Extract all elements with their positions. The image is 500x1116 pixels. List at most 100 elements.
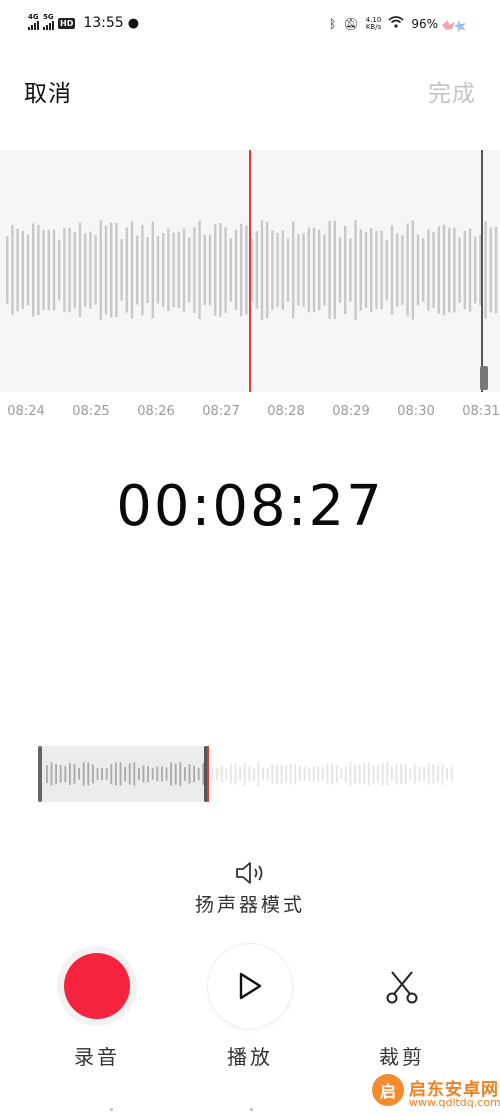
waveform-bar (271, 230, 274, 310)
overview-bar (64, 766, 67, 782)
waveform-bar (177, 231, 180, 309)
overview-bar (400, 764, 402, 784)
overview-bar (87, 762, 90, 786)
waveform-bar (214, 224, 217, 316)
speaker-icon[interactable] (234, 860, 268, 886)
overview-bar (285, 765, 287, 783)
waveform-bar (427, 229, 430, 311)
overview-bar (418, 766, 421, 782)
scissors-icon[interactable] (384, 966, 420, 1006)
net-speed: 4.10 KB/s (365, 15, 382, 31)
playhead[interactable] (249, 150, 251, 392)
wifi-icon (388, 16, 404, 31)
overview-bar (276, 764, 278, 784)
overview-bar (308, 767, 310, 781)
waveform-bar (364, 232, 368, 308)
overview-strip[interactable] (38, 746, 458, 802)
waveform-bar (370, 228, 373, 312)
waveform-bar (104, 225, 108, 315)
waveform-bar (312, 228, 316, 312)
overview-waveform (46, 762, 453, 786)
waveform-bar (338, 237, 342, 303)
waveform-bar (349, 238, 352, 302)
overview-bar (225, 768, 228, 780)
waveform-bar (245, 225, 248, 315)
overview-bar (289, 763, 292, 785)
overview-bar (211, 768, 214, 780)
overview-bar (381, 762, 384, 786)
overview-bar (437, 766, 439, 782)
waveform-bar (474, 236, 477, 304)
tick-label: 08:25 (72, 404, 110, 419)
battery-icon (442, 20, 466, 32)
overview-bar (161, 766, 163, 782)
speaker-mode-label[interactable]: 扬声器模式 (0, 890, 500, 917)
waveform-bar (146, 236, 149, 304)
overview-bar (345, 766, 347, 782)
signal-icon: 5G (43, 13, 54, 30)
waveform-bar (120, 239, 123, 301)
overview-bar (110, 764, 113, 784)
overview-bar (230, 764, 232, 784)
done-button[interactable]: 完成 (428, 74, 476, 108)
waveform-bar (448, 227, 451, 313)
overview-bar (427, 763, 430, 785)
overview-bar (115, 762, 117, 786)
waveform-bar (47, 229, 50, 311)
overview-bar (326, 764, 329, 784)
overview-bar (331, 763, 333, 785)
header-bar: 取消 完成 (0, 52, 500, 148)
waveform-bar (328, 221, 331, 319)
waveform-bar (255, 231, 258, 309)
tick-label: 08:30 (397, 404, 435, 419)
waveform-bar (463, 230, 466, 310)
overview-bar (257, 762, 260, 786)
overview-bar (280, 764, 283, 784)
overview-bar (73, 764, 76, 784)
overview-bar (96, 768, 99, 780)
waveform-bar (37, 224, 40, 315)
waveform-bar (63, 228, 66, 312)
waveform-bar (318, 229, 321, 311)
end-handle[interactable] (480, 366, 488, 390)
overview-left-handle[interactable] (38, 746, 42, 802)
waveform-bar (42, 229, 45, 311)
overview-bar (294, 763, 297, 785)
overview-bar (354, 764, 356, 784)
waveform-bar (26, 234, 30, 306)
waveform-bar (416, 234, 420, 306)
waveform-bar (136, 235, 139, 305)
waveform-bar (99, 220, 102, 320)
overview-bar (312, 765, 315, 783)
waveform-bar (94, 235, 97, 305)
play-icon (239, 972, 262, 1000)
overview-bar (446, 768, 448, 780)
waveform-bar (52, 229, 56, 311)
waveform-bar (11, 225, 14, 315)
nav-dot (250, 1108, 253, 1111)
watermark-url: www.qdltdq.com (409, 1096, 500, 1109)
tick-label: 08:27 (202, 404, 240, 419)
overview-bar (404, 763, 407, 785)
play-button[interactable] (208, 944, 292, 1028)
overview-bar (138, 768, 140, 780)
waveform-bar (432, 232, 435, 308)
waveform-bar (260, 220, 264, 320)
overview-bar (377, 765, 379, 783)
waveform-bar (292, 221, 295, 319)
record-button[interactable] (57, 946, 137, 1026)
waveform-bar (89, 231, 92, 309)
waveform-bar (458, 237, 461, 303)
status-bar: 4G 5G HD 13:55 ● ᛒ 🔕︎ 4.10 KB/s 96% (0, 0, 500, 52)
waveform-bar (422, 238, 425, 302)
waveform-bar (240, 223, 243, 317)
tick-label: 08:31 (462, 404, 500, 419)
cancel-button[interactable]: 取消 (24, 74, 72, 108)
waveform-bar (32, 223, 35, 317)
overview-bar (368, 762, 370, 786)
overview-bar (450, 766, 453, 782)
bluetooth-icon: ᛒ (329, 16, 337, 31)
overview-bar (119, 762, 122, 786)
waveform-bar (359, 229, 362, 311)
overview-bar (220, 765, 223, 783)
